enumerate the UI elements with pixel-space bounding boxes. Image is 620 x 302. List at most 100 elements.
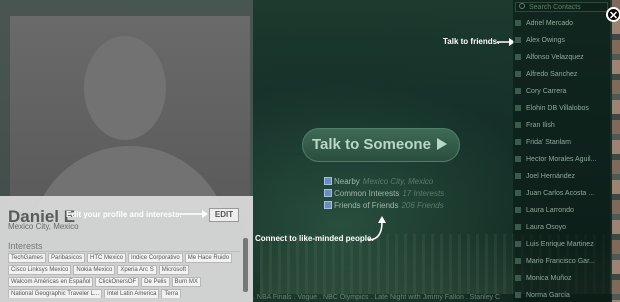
friend-list-item[interactable]: Alfredo Sanchez: [515, 69, 610, 81]
friend-name: Elohin DB Villalobos: [526, 105, 589, 112]
callout-talk-friends: Talk to friends.: [443, 37, 499, 46]
interest-tag[interactable]: Me Hace Ruido: [184, 253, 233, 263]
facebook-icon: [515, 224, 521, 230]
interest-tag[interactable]: ClickOnersOF: [95, 277, 140, 287]
arrow-curved-up-icon: [367, 216, 386, 241]
facebook-icon: [515, 139, 521, 145]
friend-list-item[interactable]: Alfonso Velazquez: [515, 52, 610, 64]
friend-list-item[interactable]: Mario Francisco Gar...: [515, 256, 610, 268]
facebook-icon: [515, 173, 521, 179]
interests-divider: [8, 251, 240, 252]
friend-name: Cory Carrera: [526, 88, 567, 95]
friend-name: Alex Owings: [526, 37, 565, 44]
friend-name: Joel Hernández: [526, 173, 576, 180]
interest-tag[interactable]: Terra: [161, 289, 182, 298]
search-icon: [519, 3, 525, 9]
option-friends-of-friends[interactable]: Friends of Friends 206 Friends: [324, 201, 444, 210]
avatar-head-silhouette: [84, 36, 166, 140]
friend-list-item[interactable]: Laura Osoyo: [515, 222, 610, 234]
option-friends-of-friends-label: Friends of Friends: [334, 201, 399, 210]
option-common-interests[interactable]: Common Interests 17 Interests: [324, 189, 444, 198]
facebook-icon: [515, 54, 521, 60]
callout-edit-profile-text: Edit your profile and interests.: [66, 210, 182, 219]
option-nearby-value: Mexico City, Mexico: [362, 177, 434, 186]
friend-thumbnails-strip: [612, 0, 620, 302]
friend-name: Adriel Mercado: [526, 20, 574, 27]
friend-list-item[interactable]: Frida' Stanlam: [515, 137, 610, 149]
checkbox-icon[interactable]: [324, 201, 332, 209]
talk-to-someone-button[interactable]: Talk to Someone: [302, 128, 460, 162]
friend-list-item[interactable]: Juan Carlos Acosta ...: [515, 188, 610, 200]
edit-button[interactable]: EDIT: [209, 208, 239, 222]
friend-name: Hector Morales Aguil...: [526, 156, 597, 163]
interests-scrollbar[interactable]: [243, 238, 248, 292]
facebook-icon: [515, 275, 521, 281]
friend-name: Juan Carlos Acosta ...: [526, 190, 595, 197]
facebook-icon: [515, 190, 521, 196]
callout-talk-friends-text: Talk to friends.: [443, 37, 500, 46]
friend-name: Luis Enrique Martinez: [526, 241, 594, 248]
friend-name: Laura Larrondo: [526, 207, 574, 214]
friend-list-item[interactable]: Adriel Mercado: [515, 18, 610, 30]
facebook-icon: [515, 88, 521, 94]
friend-name: Fran Ilish: [526, 122, 555, 129]
interest-tag[interactable]: National Geographic Traveler L...: [8, 289, 103, 298]
checkbox-icon[interactable]: [324, 177, 332, 185]
facebook-icon: [515, 207, 521, 213]
option-common-interests-value: 17 Interests: [402, 189, 445, 198]
interest-tag[interactable]: TechGames: [8, 253, 47, 263]
facebook-icon: [515, 71, 521, 77]
friend-name: Laura Osoyo: [526, 224, 567, 231]
friend-list-item[interactable]: Elohin DB Villalobos: [515, 103, 610, 115]
facebook-icon: [515, 37, 521, 43]
trending-ticker: . NBA Finals . Vogue . NBC Olympics . La…: [253, 294, 501, 301]
friend-list-item[interactable]: Luis Enrique Martinez: [515, 239, 610, 251]
friend-name: Monica Muñoz: [526, 275, 572, 282]
interest-tag[interactable]: Nokia Mexico: [73, 265, 116, 275]
interest-tag[interactable]: HTC Mexico: [87, 253, 127, 263]
interest-tag[interactable]: Microsoft: [158, 265, 190, 275]
search-placeholder: Search Contacts: [529, 4, 581, 11]
interest-tag[interactable]: Cisco Linksys Mexico: [8, 265, 72, 275]
option-friends-of-friends-value: 206 Friends: [401, 201, 444, 210]
friend-list-item[interactable]: Laura Larrondo: [515, 205, 610, 217]
friend-list-item[interactable]: Hector Morales Aguil...: [515, 154, 610, 166]
interest-tag[interactable]: Xperia Arc S: [117, 265, 157, 275]
facebook-icon: [515, 258, 521, 264]
facebook-icon: [515, 292, 521, 298]
option-nearby-label: Nearby: [334, 177, 360, 186]
friend-name: Frida' Stanlam: [526, 139, 571, 146]
friend-name: Alfredo Sanchez: [526, 71, 578, 78]
search-contacts-input[interactable]: Search Contacts: [515, 2, 608, 12]
callout-like-minded: Connect to like-minded people.: [255, 234, 374, 243]
interests-tag-list: TechGames Paribasicos HTC Mexico Indice Cor…: [8, 253, 243, 298]
friend-list-item[interactable]: Alex Owings: [515, 35, 610, 47]
profile-photo-placeholder[interactable]: [10, 16, 250, 210]
option-common-interests-label: Common Interests: [334, 189, 400, 198]
interest-tag[interactable]: Indice Corporativo: [128, 253, 183, 263]
interest-tag[interactable]: Burn MX: [171, 277, 201, 287]
option-nearby[interactable]: Nearby Mexico City, Mexico: [324, 177, 433, 186]
friend-name: Mario Francisco Gar...: [526, 258, 595, 265]
facebook-icon: [515, 156, 521, 162]
profile-location: Mexico City, Mexico: [8, 222, 79, 231]
talk-to-someone-label: Talk to Someone: [312, 136, 431, 153]
friend-name: Alfonso Velazquez: [526, 54, 584, 61]
close-button[interactable]: ✕: [606, 7, 620, 22]
interest-tag[interactable]: De Pelis: [141, 277, 170, 287]
callout-edit-profile: Edit your profile and interests.: [66, 210, 182, 219]
interest-tag[interactable]: Walcom Américas en Español: [8, 277, 94, 287]
interest-tag[interactable]: Paribasicos: [48, 253, 86, 263]
friend-list-item[interactable]: Cory Carrera: [515, 86, 610, 98]
callout-like-minded-text: Connect to like-minded people.: [255, 234, 374, 243]
friend-list-item[interactable]: Fran Ilish: [515, 120, 610, 132]
friend-list-item[interactable]: Norma García: [515, 290, 610, 302]
checkbox-icon[interactable]: [324, 189, 332, 197]
friend-list-item[interactable]: Joel Hernández: [515, 171, 610, 183]
friend-list-item[interactable]: Monica Muñoz: [515, 273, 610, 285]
facebook-icon: [515, 105, 521, 111]
facebook-icon: [515, 20, 521, 26]
facebook-icon: [515, 122, 521, 128]
interest-tag[interactable]: Intel Latin America: [104, 289, 160, 298]
arrow-right-icon: [178, 210, 208, 218]
